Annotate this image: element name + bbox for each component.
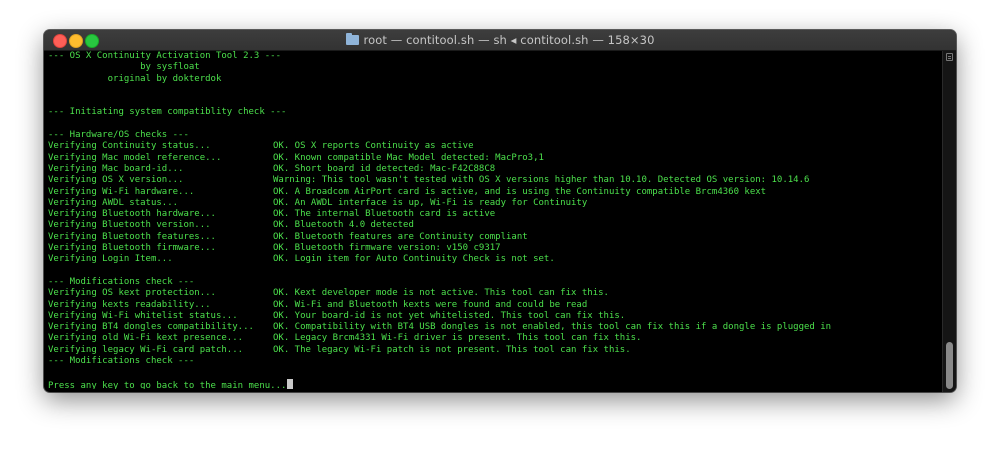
terminal-line: Verifying Bluetooth version... OK. Blueto… bbox=[48, 220, 938, 231]
terminal-line: Verifying BT4 dongles compatibility... OK… bbox=[48, 322, 938, 333]
terminal-window: root — contitool.sh — sh ◂ contitool.sh … bbox=[44, 30, 956, 392]
terminal-line: Verifying old Wi-Fi kext presence... OK. … bbox=[48, 333, 938, 344]
check-result: OK. Bluetooth features are Continuity co… bbox=[273, 231, 528, 242]
terminal-line: Press any key to go back to the main men… bbox=[48, 378, 938, 389]
check-label: Verifying Mac board-id... bbox=[48, 163, 184, 174]
check-label: Verifying Wi-Fi hardware... bbox=[48, 186, 195, 197]
terminal-text: original by dokterdok bbox=[48, 73, 222, 84]
terminal-line: --- Modifications check --- bbox=[48, 277, 938, 288]
terminal-line: --- Initiating system compatiblity check… bbox=[48, 107, 938, 118]
terminal-line: Verifying Bluetooth features... OK. Bluet… bbox=[48, 232, 938, 243]
terminal-text: --- OS X Continuity Activation Tool 2.3 … bbox=[48, 51, 281, 61]
terminal-line: Verifying kexts readability... OK. Wi-Fi … bbox=[48, 300, 938, 311]
terminal-line: --- Modifications check --- bbox=[48, 356, 938, 367]
check-label: Verifying Bluetooth version... bbox=[48, 220, 211, 231]
terminal-line: Verifying Bluetooth hardware... OK. The i… bbox=[48, 209, 938, 220]
check-result: OK. Compatibility with BT4 USB dongles i… bbox=[273, 322, 832, 333]
terminal-text: --- Modifications check --- bbox=[48, 276, 195, 287]
terminal-line: Verifying Wi-Fi whitelist status... OK. Y… bbox=[48, 311, 938, 322]
terminal-line: --- Hardware/OS checks --- bbox=[48, 130, 938, 141]
terminal-line: Verifying Mac board-id... OK. Short board… bbox=[48, 164, 938, 175]
terminal-line: by sysfloat bbox=[48, 62, 938, 73]
check-result: OK. Bluetooth 4.0 detected bbox=[273, 220, 414, 231]
check-label: Verifying kexts readability... bbox=[48, 299, 211, 310]
window-title: root — contitool.sh — sh ◂ contitool.sh … bbox=[363, 33, 655, 47]
check-label: Verifying Continuity status... bbox=[48, 141, 211, 152]
check-result: OK. The internal Bluetooth card is activ… bbox=[273, 209, 496, 220]
terminal-line: Verifying Continuity status... OK. OS X r… bbox=[48, 141, 938, 152]
terminal-line: Verifying AWDL status... OK. An AWDL inte… bbox=[48, 198, 938, 209]
window-title-wrap: root — contitool.sh — sh ◂ contitool.sh … bbox=[44, 30, 956, 50]
check-label: Verifying Bluetooth hardware... bbox=[48, 209, 216, 220]
terminal-line: Verifying legacy Wi-Fi card patch... OK. … bbox=[48, 345, 938, 356]
terminal-line: Verifying Mac model reference... OK. Know… bbox=[48, 153, 938, 164]
check-label: Verifying Mac model reference... bbox=[48, 152, 222, 163]
terminal-text: Press any key to go back to the main men… bbox=[48, 380, 287, 389]
check-label: Verifying AWDL status... bbox=[48, 197, 179, 208]
terminal-line: Verifying Login Item... OK. Login item fo… bbox=[48, 254, 938, 265]
check-result: OK. Wi-Fi and Bluetooth kexts were found… bbox=[273, 299, 588, 310]
scrollbar-thumb[interactable] bbox=[946, 342, 953, 389]
check-label: Verifying legacy Wi-Fi card patch... bbox=[48, 344, 244, 355]
scrollbar[interactable] bbox=[942, 51, 956, 392]
check-label: Verifying old Wi-Fi kext presence... bbox=[48, 333, 244, 344]
terminal-line: --- OS X Continuity Activation Tool 2.3 … bbox=[48, 51, 938, 62]
scrollbar-menu-icon[interactable] bbox=[946, 53, 953, 61]
terminal-text: --- Initiating system compatiblity check… bbox=[48, 107, 287, 118]
terminal-line: Verifying Bluetooth firmware... OK. Bluet… bbox=[48, 243, 938, 254]
check-result: OK. Login item for Auto Continuity Check… bbox=[273, 254, 555, 265]
check-label: Verifying Wi-Fi whitelist status... bbox=[48, 310, 238, 321]
check-label: Verifying Login Item... bbox=[48, 254, 173, 265]
check-label: Verifying BT4 dongles compatibility... bbox=[48, 322, 254, 333]
check-result: OK. Kext developer mode is not active. T… bbox=[273, 288, 609, 299]
check-result: OK. Known compatible Mac Model detected:… bbox=[273, 152, 544, 163]
check-result: OK. Legacy Brcm4331 Wi-Fi driver is pres… bbox=[273, 333, 642, 344]
title-bar[interactable]: root — contitool.sh — sh ◂ contitool.sh … bbox=[44, 30, 956, 51]
terminal-text: --- Hardware/OS checks --- bbox=[48, 130, 189, 141]
text-cursor bbox=[287, 378, 294, 389]
folder-icon bbox=[345, 33, 359, 45]
terminal-line: Verifying OS X version... Warning: This t… bbox=[48, 175, 938, 186]
check-result: OK. Bluetooth firmware version: v150 c93… bbox=[273, 243, 501, 254]
check-result: OK. Your board-id is not yet whitelisted… bbox=[273, 310, 626, 321]
check-result: Warning: This tool wasn't tested with OS… bbox=[273, 175, 810, 186]
check-result: OK. A Broadcom AirPort card is active, a… bbox=[273, 186, 767, 197]
check-result: OK. The legacy Wi-Fi patch is not presen… bbox=[273, 344, 631, 355]
check-result: OK. An AWDL interface is up, Wi-Fi is re… bbox=[273, 197, 588, 208]
check-result: OK. Short board id detected: Mac-F42C88C… bbox=[273, 163, 496, 174]
terminal-text: by sysfloat bbox=[48, 62, 200, 73]
check-label: Verifying Bluetooth features... bbox=[48, 231, 216, 242]
check-result: OK. OS X reports Continuity as active bbox=[273, 141, 474, 152]
terminal-text: --- Modifications check --- bbox=[48, 356, 195, 367]
check-label: Verifying OS X version... bbox=[48, 175, 184, 186]
terminal-line: Verifying Wi-Fi hardware... OK. A Broadco… bbox=[48, 187, 938, 198]
check-label: Verifying OS kext protection... bbox=[48, 288, 216, 299]
terminal-output[interactable]: --- OS X Continuity Activation Tool 2.3 … bbox=[48, 51, 938, 389]
terminal-line: Verifying OS kext protection... OK. Kext … bbox=[48, 288, 938, 299]
check-label: Verifying Bluetooth firmware... bbox=[48, 243, 216, 254]
terminal-line: original by dokterdok bbox=[48, 74, 938, 85]
